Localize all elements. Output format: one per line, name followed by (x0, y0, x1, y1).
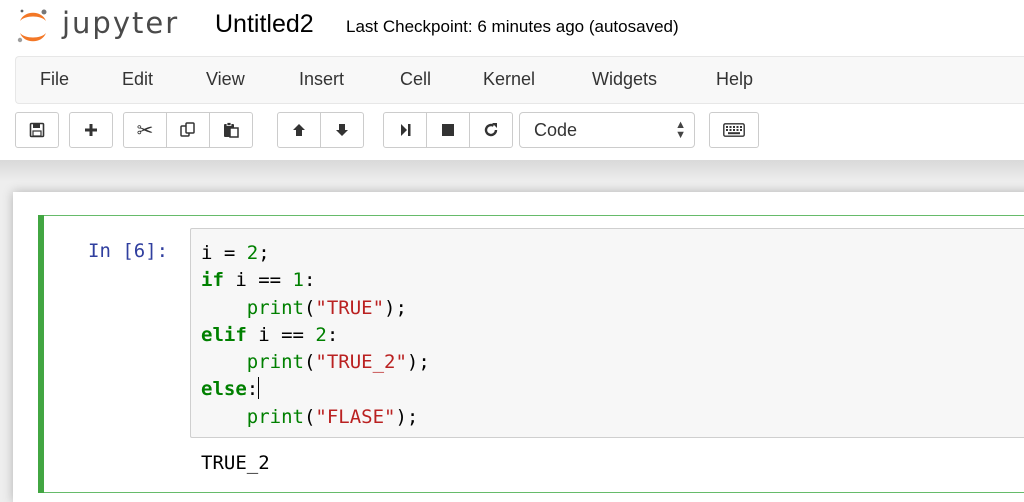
arrow-up-icon (293, 124, 305, 136)
jupyter-logo[interactable]: jupyter (14, 4, 200, 44)
keyboard-group (709, 112, 759, 148)
notebook-background (0, 160, 1024, 182)
menu-edit[interactable]: Edit (122, 69, 153, 90)
code-line: print("FLASE"); (201, 405, 419, 428)
menu-cell[interactable]: Cell (400, 69, 431, 90)
copy-icon (180, 122, 195, 137)
cell-type-select[interactable]: Code ▲ ▼ (519, 112, 695, 148)
menu-file[interactable]: File (40, 69, 69, 90)
code-line: print("TRUE"); (201, 296, 407, 319)
move-down-button[interactable] (320, 112, 364, 148)
code-line: i = 2; (201, 242, 270, 264)
checkpoint-status: Last Checkpoint: 6 minutes ago (autosave… (346, 17, 679, 36)
run-group (383, 112, 513, 148)
save-icon (29, 122, 45, 138)
move-up-button[interactable] (277, 112, 321, 148)
notebook-name[interactable]: Untitled2 (213, 10, 316, 39)
copy-button[interactable] (166, 112, 210, 148)
cut-button[interactable]: ✂ (123, 112, 167, 148)
save-button[interactable] (15, 112, 59, 148)
cell-output: TRUE_2 (201, 452, 270, 474)
header: jupyter Untitled2 Last Checkpoint: 6 min… (0, 0, 1024, 56)
code-line: if i == 1: (201, 269, 316, 292)
run-button[interactable] (383, 112, 427, 148)
command-palette-button[interactable] (709, 112, 759, 148)
run-icon (401, 124, 411, 136)
restart-button[interactable] (469, 112, 513, 148)
menu-insert[interactable]: Insert (299, 69, 344, 90)
menubar: File Edit View Insert Cell Kernel Widget… (15, 56, 1024, 104)
stop-icon (442, 124, 454, 136)
code-line: elif i == 2: (201, 323, 339, 346)
insert-group (69, 112, 113, 148)
restart-icon (484, 123, 498, 137)
menu-widgets[interactable]: Widgets (592, 69, 657, 90)
code-line: else: (201, 377, 260, 401)
menu-kernel[interactable]: Kernel (483, 69, 535, 90)
select-arrows-icon: ▲ ▼ (675, 119, 686, 141)
text-cursor (258, 377, 260, 400)
code-line: print("TRUE_2"); (201, 351, 430, 374)
move-group (277, 112, 364, 148)
logo-text: jupyter (62, 6, 180, 40)
cell-type-value: Code (534, 120, 578, 140)
edit-group: ✂ (123, 112, 253, 148)
code-content[interactable]: i = 2; if i == 1: print("TRUE"); elif i … (201, 240, 430, 431)
paste-button[interactable] (209, 112, 253, 148)
jupyter-logo-icon (17, 9, 47, 43)
cell-selection-bar (38, 215, 44, 493)
menu-view[interactable]: View (206, 69, 245, 90)
keyboard-icon (723, 123, 745, 137)
menubar-container: File Edit View Insert Cell Kernel Widget… (0, 56, 1024, 160)
stop-button[interactable] (426, 112, 470, 148)
input-prompt: In [6]: (88, 240, 169, 262)
scissors-icon: ✂ (136, 119, 154, 142)
paste-icon (224, 122, 239, 138)
arrow-down-icon (336, 124, 348, 136)
plus-icon (85, 124, 97, 136)
insert-cell-button[interactable] (69, 112, 113, 148)
save-group (15, 112, 59, 148)
menu-help[interactable]: Help (716, 69, 753, 90)
